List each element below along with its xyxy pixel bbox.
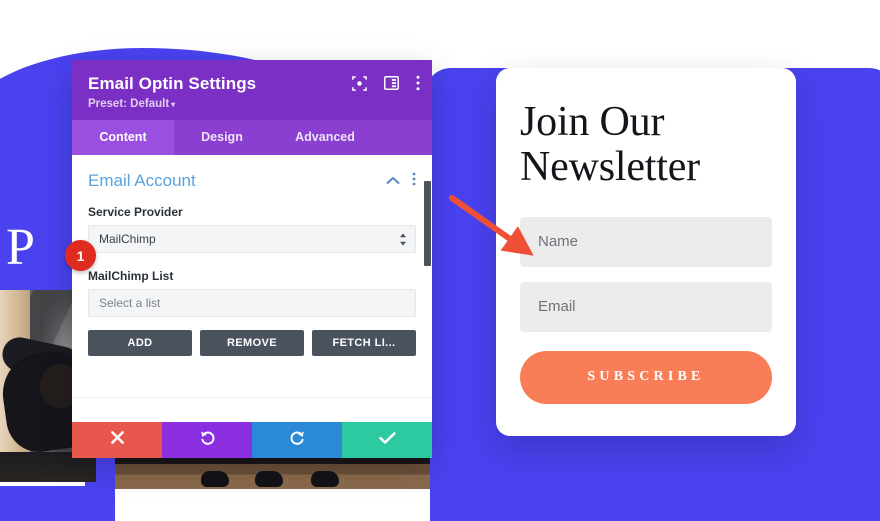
subscribe-button[interactable]: SUBSCRIBE — [520, 350, 772, 404]
mailchimp-list-value: Select a list — [99, 296, 161, 310]
modal-tab-bar: Content Design Advanced — [72, 120, 432, 155]
tab-content[interactable]: Content — [72, 120, 174, 155]
mailchimp-list-label: MailChimp List — [88, 269, 174, 283]
panel-layout-icon[interactable] — [384, 76, 399, 90]
newsletter-email-input[interactable] — [520, 281, 772, 332]
section-title: Email Account — [88, 171, 196, 190]
service-provider-label: Service Provider — [88, 205, 183, 219]
remove-button[interactable]: REMOVE — [200, 330, 304, 356]
background-photo-floor-strip — [115, 455, 430, 489]
undo-button[interactable] — [162, 422, 252, 458]
chevron-down-icon: ▾ — [171, 100, 176, 109]
email-optin-settings-modal: Email Optin Settings Preset: Default ▾ C… — [72, 60, 432, 458]
modal-preset-selector[interactable]: Preset: Default ▾ — [88, 98, 416, 110]
close-icon — [110, 430, 125, 450]
section-actions — [386, 172, 416, 191]
add-button[interactable]: ADD — [88, 330, 192, 356]
newsletter-optin-card: Join Our Newsletter SUBSCRIBE — [496, 68, 796, 436]
tab-design[interactable]: Design — [174, 120, 270, 155]
body-divider — [72, 397, 432, 398]
tab-advanced[interactable]: Advanced — [270, 120, 380, 155]
fetch-lists-button[interactable]: FETCH LI... — [312, 330, 416, 356]
modal-action-bar — [72, 422, 432, 458]
newsletter-name-input[interactable] — [520, 216, 772, 267]
page-white-area — [115, 489, 430, 521]
modal-body: Email Account Service Provider MailChimp… — [72, 155, 432, 422]
list-action-buttons: ADD REMOVE FETCH LI... — [88, 330, 416, 356]
redo-icon — [289, 429, 306, 451]
check-icon — [378, 431, 396, 450]
email-account-section-header: Email Account — [88, 171, 416, 191]
section-more-vertical-icon[interactable] — [412, 172, 416, 191]
background-blue-shape-bottom-left — [0, 486, 115, 521]
step-badge-1: 1 — [65, 240, 96, 271]
hero-headline-partial: d P — [0, 219, 36, 276]
modal-scrollbar-thumb[interactable] — [424, 181, 431, 266]
screenshot-stage: d P Join Our Newsletter SUBSCRIBE — [0, 0, 880, 521]
undo-icon — [199, 429, 216, 451]
modal-header: Email Optin Settings Preset: Default ▾ — [72, 60, 432, 120]
select-spinner-icon — [399, 233, 407, 246]
focus-target-icon[interactable] — [352, 75, 367, 91]
save-button[interactable] — [342, 422, 432, 458]
more-vertical-icon[interactable] — [416, 75, 420, 91]
service-provider-value: MailChimp — [99, 232, 156, 246]
cancel-button[interactable] — [72, 422, 162, 458]
newsletter-title: Join Our Newsletter — [520, 99, 700, 191]
modal-header-icons — [352, 75, 420, 91]
modal-preset-label: Preset: Default — [88, 98, 170, 110]
mailchimp-list-select[interactable]: Select a list — [88, 289, 416, 317]
redo-button[interactable] — [252, 422, 342, 458]
chevron-up-icon[interactable] — [386, 172, 400, 190]
service-provider-select[interactable]: MailChimp — [88, 225, 416, 253]
